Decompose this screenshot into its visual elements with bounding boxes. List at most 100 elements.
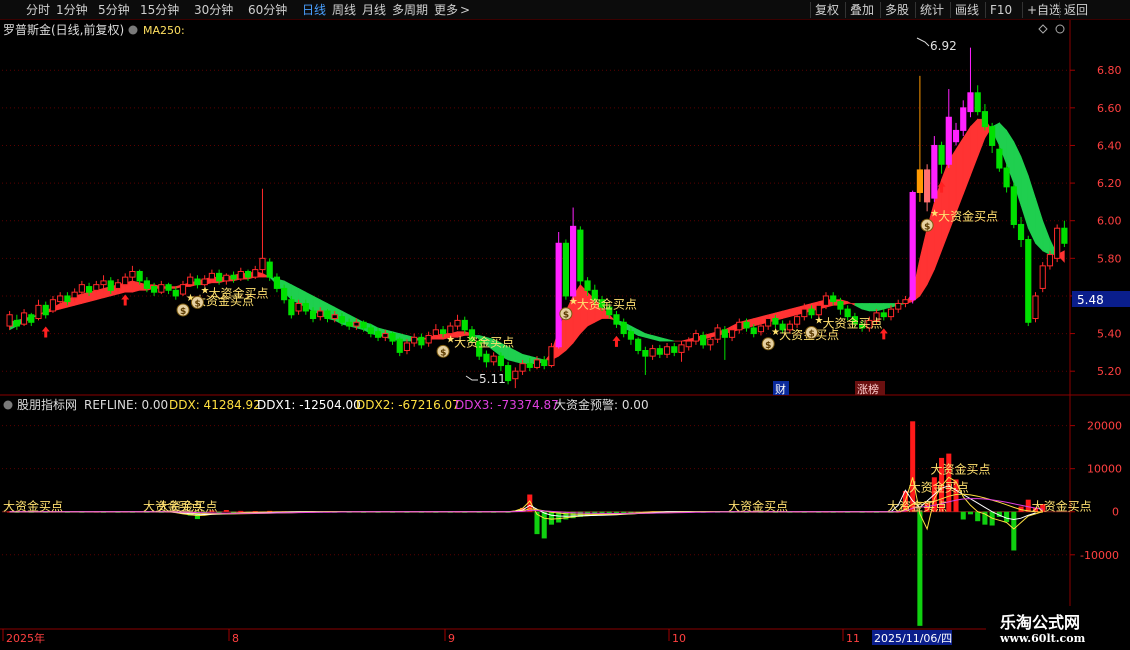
candle[interactable] [259,188,266,274]
candle[interactable] [42,301,49,319]
candle[interactable] [577,226,584,285]
candle[interactable] [736,318,743,334]
candle[interactable] [960,100,967,137]
ddx-bar[interactable] [1011,511,1017,551]
candle[interactable] [952,122,960,146]
candle[interactable] [454,314,461,330]
candle[interactable] [924,164,931,212]
candle[interactable] [194,275,201,289]
candle[interactable] [273,273,281,293]
candle[interactable] [548,342,555,368]
diamond-icon[interactable] [1038,24,1048,34]
candle[interactable] [1025,235,1032,327]
candle[interactable] [93,280,100,293]
candle[interactable] [165,282,172,295]
candle[interactable] [635,337,642,355]
candle[interactable] [555,231,562,349]
candle[interactable] [1061,220,1068,248]
ddx-bars[interactable] [7,421,1046,626]
toolbar-button-2[interactable]: 多股 [880,2,913,18]
period-tab-6[interactable]: 日线 [302,2,326,18]
period-tab-7[interactable]: 周线 [332,2,356,18]
candle[interactable] [418,333,425,349]
candle[interactable] [252,265,259,280]
period-tab-2[interactable]: 5分钟 [98,2,130,18]
candle[interactable] [505,361,512,385]
candle[interactable] [1017,216,1025,248]
candle[interactable] [656,344,663,359]
candle[interactable] [158,280,165,295]
candle[interactable] [642,346,649,375]
candle[interactable] [692,329,700,345]
candle[interactable] [931,136,938,202]
candle[interactable] [1010,183,1017,229]
candle[interactable] [28,312,35,327]
candle[interactable] [671,342,678,357]
candle[interactable] [663,342,671,359]
candle[interactable] [100,275,107,289]
candle[interactable] [570,207,577,300]
candle[interactable] [187,273,194,287]
toolbar-button-0[interactable]: 复权 [810,2,843,18]
ddx-bar[interactable] [238,510,244,512]
period-tab-3[interactable]: 15分钟 [140,2,179,18]
ddx-bar[interactable] [223,510,229,512]
candle[interactable] [714,324,721,343]
period-tab-1[interactable]: 1分钟 [56,2,88,18]
candle[interactable] [20,309,28,327]
candle[interactable] [35,299,42,321]
lower-collapse-icon[interactable] [3,400,13,410]
ddx-bar[interactable] [1025,499,1031,512]
candle[interactable] [916,75,923,202]
toolbar-button-1[interactable]: 叠加 [845,2,878,18]
ddx-bar[interactable] [548,511,554,525]
candle[interactable] [483,350,490,368]
candle[interactable] [945,89,952,169]
candle[interactable] [237,267,244,281]
period-tab-5[interactable]: 60分钟 [248,2,287,18]
ddx-bar[interactable] [917,511,923,626]
candle[interactable] [541,356,548,370]
candle[interactable] [461,316,468,334]
candle[interactable] [512,367,519,389]
period-tab-4[interactable]: 30分钟 [194,2,233,18]
candle[interactable] [223,273,230,285]
candle[interactable] [1032,292,1039,323]
candle[interactable] [266,258,273,281]
toolbar-button-5[interactable]: F10 [985,2,1016,18]
candle[interactable] [179,280,187,296]
toolbar-button-7[interactable]: 返回 [1059,2,1092,18]
candle[interactable] [396,337,403,357]
candle[interactable] [122,273,129,287]
candle[interactable] [700,331,707,349]
candle[interactable] [620,318,627,338]
candle[interactable] [1003,164,1010,193]
candle[interactable] [938,141,945,174]
candle[interactable] [678,341,685,362]
candle[interactable] [649,344,656,360]
candle[interactable] [432,324,439,338]
ddx-bar[interactable] [1004,511,1010,523]
finance-badge[interactable]: 财 [773,381,789,396]
candle[interactable] [721,326,728,360]
candlesticks[interactable] [6,47,1068,389]
candle[interactable] [411,333,418,347]
toolbar-button-4[interactable]: 画线 [950,2,983,18]
candle[interactable] [389,331,396,345]
ddx-bar[interactable] [975,511,981,522]
candle[interactable] [613,310,620,328]
candle[interactable] [49,295,57,313]
candle[interactable] [562,239,569,300]
settings-circle-icon[interactable] [1055,24,1065,34]
period-tab-10[interactable]: 更多 [434,2,458,18]
period-tab-0[interactable]: 分时 [26,2,50,18]
candle[interactable] [403,339,411,355]
candle[interactable] [288,295,295,319]
period-tab-8[interactable]: 月线 [362,2,386,18]
ddx-bar[interactable] [960,511,966,520]
period-tab-9[interactable]: 多周期 [392,2,428,18]
candle[interactable] [324,309,331,323]
ddx-bar[interactable] [541,511,547,539]
chart-canvas[interactable]: $★大资金买点$★大资金买点$★大资金买点$★大资金买点$★大资金买点$★大资金… [0,20,1130,650]
collapse-icon[interactable] [128,25,138,35]
